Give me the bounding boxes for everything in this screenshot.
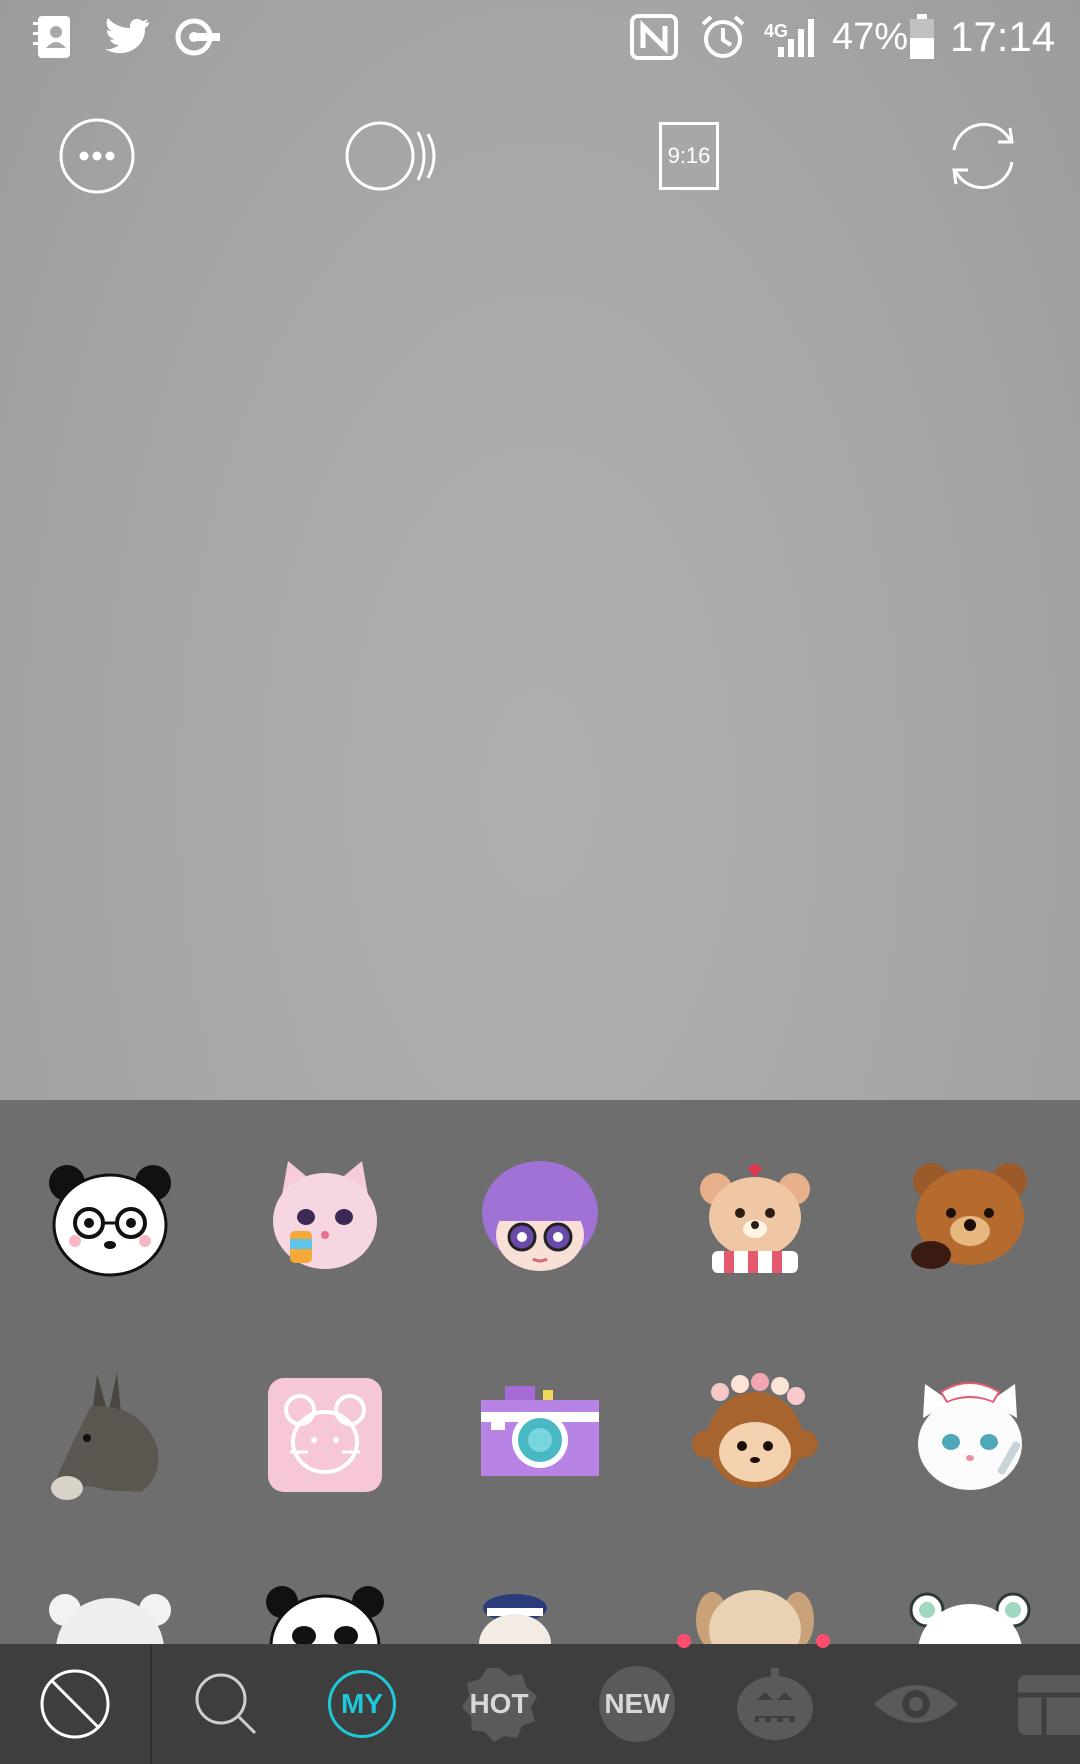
search-icon <box>195 1673 257 1735</box>
eye-icon <box>874 1685 958 1723</box>
burst-shutter-icon <box>345 121 436 191</box>
pink-cat-icecream-icon <box>273 1161 377 1269</box>
tab-my-label: MY <box>328 1670 396 1738</box>
more-button[interactable] <box>57 116 137 196</box>
no-effect-button[interactable] <box>30 1644 120 1764</box>
puppy-icon <box>696 1590 814 1644</box>
sticker-panda-glasses[interactable] <box>45 1155 175 1285</box>
vpn-key-icon <box>174 12 222 62</box>
signal-icon <box>776 12 820 62</box>
sticker-pixel-camera[interactable] <box>475 1370 605 1500</box>
sticker-grid <box>0 1100 1080 1644</box>
status-bar: 4G 47% 17:14 <box>0 0 1080 76</box>
capture-mode-button[interactable] <box>344 116 444 196</box>
no-effect-icon <box>40 1669 110 1739</box>
tab-new[interactable]: NEW <box>596 1644 678 1764</box>
tab-halloween[interactable] <box>732 1644 818 1764</box>
white-bear-icon <box>49 1594 171 1644</box>
pink-mouse-tile-icon <box>268 1378 382 1492</box>
switch-camera-icon <box>952 122 1014 190</box>
battery-percent: 47% <box>832 15 909 58</box>
alarm-icon <box>700 12 746 62</box>
search-button[interactable] <box>186 1644 266 1764</box>
sticker-purple-girl[interactable] <box>475 1155 605 1285</box>
clock: 17:14 <box>950 13 1056 60</box>
white-cat-nurse-icon <box>918 1382 1022 1490</box>
tab-hot[interactable]: HOT <box>458 1644 540 1764</box>
sticker-sailor-cat[interactable] <box>475 1580 605 1644</box>
sticker-donkey[interactable] <box>45 1370 175 1500</box>
new-notification-dot <box>677 1634 691 1648</box>
tab-divider <box>150 1644 152 1764</box>
battery-icon <box>908 12 936 62</box>
aspect-ratio-label: 9:16 <box>659 122 719 190</box>
sailor-cat-icon <box>479 1594 551 1644</box>
pixel-camera-icon <box>481 1386 599 1476</box>
tab-new-label: NEW <box>599 1666 675 1742</box>
pumpkin-icon <box>737 1668 813 1740</box>
nfc-icon <box>630 12 678 62</box>
panda-leaf-icon <box>266 1586 384 1644</box>
tab-hot-label: HOT <box>469 1688 529 1719</box>
brown-bear-icon <box>911 1163 1027 1269</box>
sticker-white-bear[interactable] <box>45 1580 175 1644</box>
sticker-brown-bear[interactable] <box>905 1155 1035 1285</box>
sticker-puppy[interactable] <box>690 1580 820 1644</box>
panda-glasses-icon <box>49 1165 171 1277</box>
aspect-ratio-button[interactable]: 9:16 <box>656 116 722 196</box>
layout-grid-icon <box>1018 1675 1080 1735</box>
teddy-bear-scarf-icon <box>700 1164 810 1273</box>
twitter-icon <box>104 12 150 62</box>
monkey-flower-crown-icon <box>692 1373 818 1488</box>
sticker-mint-bear[interactable] <box>905 1580 1035 1644</box>
sticker-pink-cat[interactable] <box>260 1155 390 1285</box>
tab-eye[interactable] <box>868 1644 964 1764</box>
sticker-monkey[interactable] <box>690 1370 820 1500</box>
contacts-icon <box>32 12 74 62</box>
sticker-pink-mouse[interactable] <box>260 1370 390 1500</box>
tab-layout[interactable] <box>1014 1644 1080 1764</box>
sticker-teddy-scarf[interactable] <box>690 1155 820 1285</box>
more-icon <box>59 118 135 194</box>
sticker-category-bar: MY HOT NEW <box>0 1634 1080 1764</box>
donkey-icon <box>51 1372 159 1500</box>
switch-camera-button[interactable] <box>940 116 1026 196</box>
mint-bear-icon <box>909 1592 1031 1644</box>
sticker-panda-leaf[interactable] <box>260 1580 390 1644</box>
purple-hair-girl-icon <box>482 1161 598 1271</box>
sticker-white-cat-nurse[interactable] <box>905 1370 1035 1500</box>
halloween-notification-dot <box>816 1634 830 1648</box>
tab-my[interactable]: MY <box>322 1644 402 1764</box>
